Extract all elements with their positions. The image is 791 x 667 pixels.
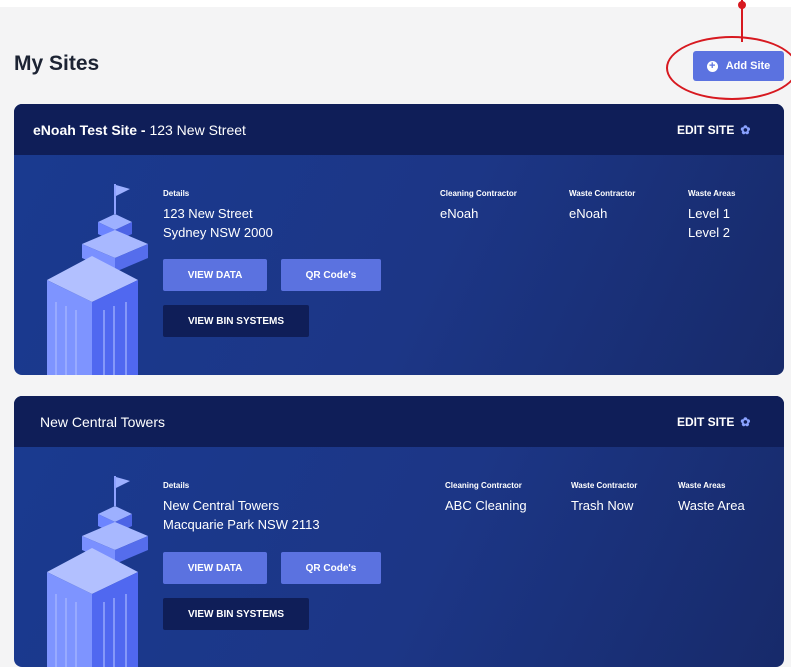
- qr-codes-button[interactable]: QR Code's: [281, 552, 381, 584]
- waste-contractor-label: Waste Contractor: [569, 189, 636, 198]
- waste-areas-label: Waste Areas: [678, 481, 726, 490]
- top-bar: [0, 0, 791, 7]
- annotation-arrow-head: [738, 1, 746, 9]
- view-data-button[interactable]: VIEW DATA: [163, 552, 267, 584]
- waste-contractor-label: Waste Contractor: [571, 481, 638, 490]
- gear-icon: ✿: [740, 415, 751, 429]
- waste-areas-label: Waste Areas: [688, 189, 736, 198]
- site-card: eNoah Test Site - 123 New Street EDIT SI…: [14, 104, 784, 375]
- details-address: 123 New Street: [163, 206, 253, 221]
- details-city: Sydney NSW 2000: [163, 225, 273, 240]
- site-name: eNoah Test Site - 123 New Street: [33, 122, 246, 138]
- details-address: New Central Towers: [163, 498, 280, 513]
- building-illustration: [47, 476, 148, 667]
- qr-codes-button[interactable]: QR Code's: [281, 259, 381, 291]
- site-name-rest: New Central Towers: [40, 414, 166, 430]
- waste-area-item: Level 1: [688, 206, 730, 221]
- site-name: New Central Towers: [40, 414, 165, 430]
- details-city: Macquarie Park NSW 2113: [163, 517, 320, 532]
- waste-area-item: Waste Area: [678, 498, 745, 513]
- edit-site-button[interactable]: EDIT SITE ✿: [677, 415, 750, 429]
- edit-site-label: EDIT SITE: [677, 415, 735, 429]
- details-label: Details: [163, 481, 190, 490]
- page-title: My Sites: [14, 52, 100, 75]
- waste-contractor-value: Trash Now: [571, 498, 634, 513]
- details-label: Details: [163, 189, 190, 198]
- view-bin-systems-button[interactable]: VIEW BIN SYSTEMS: [163, 305, 309, 337]
- site-card-header: New Central Towers EDIT SITE ✿: [14, 396, 784, 447]
- waste-area-item: Level 2: [688, 225, 730, 240]
- cleaning-contractor-value: ABC Cleaning: [445, 498, 527, 513]
- building-illustration: [47, 184, 148, 375]
- view-bin-systems-button[interactable]: VIEW BIN SYSTEMS: [163, 598, 309, 630]
- site-card-header: eNoah Test Site - 123 New Street EDIT SI…: [14, 104, 784, 155]
- site-name-bold: eNoah Test Site -: [33, 122, 150, 138]
- cleaning-contractor-label: Cleaning Contractor: [440, 189, 517, 198]
- gear-icon: ✿: [740, 123, 751, 137]
- cleaning-contractor-value: eNoah: [440, 206, 479, 221]
- site-card: New Central Towers EDIT SITE ✿ Details N…: [14, 396, 784, 667]
- edit-site-label: EDIT SITE: [677, 123, 735, 137]
- site-name-rest: 123 New Street: [149, 122, 246, 138]
- edit-site-button[interactable]: EDIT SITE ✿: [677, 123, 750, 137]
- waste-contractor-value: eNoah: [569, 206, 608, 221]
- annotation-highlight-ellipse: [666, 36, 791, 100]
- view-data-button[interactable]: VIEW DATA: [163, 259, 267, 291]
- cleaning-contractor-label: Cleaning Contractor: [445, 481, 522, 490]
